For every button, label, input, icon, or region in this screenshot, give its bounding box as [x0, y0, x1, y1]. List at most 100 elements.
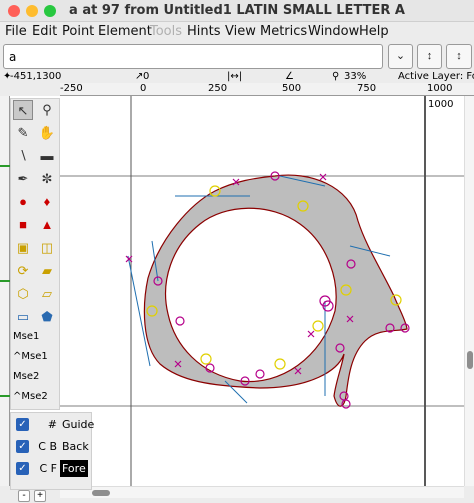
vertical-scrollbar[interactable] — [464, 96, 474, 486]
layer-footer: - + — [10, 490, 70, 503]
arrow-pointer-icon: ↖ — [17, 103, 29, 118]
menu-tools[interactable]: Tools — [150, 24, 182, 39]
pointer-tool[interactable]: ↖ — [13, 100, 33, 120]
freehand-tool[interactable]: ✎ — [13, 123, 33, 143]
perspective-tool[interactable]: ▱ — [37, 284, 57, 304]
layer-name[interactable]: Fore — [60, 460, 88, 477]
layer-name[interactable]: Guide — [60, 416, 96, 433]
previous-next-glyph-button[interactable]: ↕ — [417, 44, 442, 69]
pen-tool[interactable]: ✒ — [13, 169, 33, 189]
horizontal-ruler: -250 0 250 500 750 1000 — [60, 83, 474, 96]
magnifier-icon: ⚲ — [42, 102, 52, 117]
layer-row-back[interactable]: ✓ C B Back — [11, 437, 93, 458]
skew-tool[interactable]: ▰ — [37, 261, 57, 281]
ruler-tick-label: 500 — [282, 83, 302, 94]
layer-name[interactable]: Back — [60, 438, 91, 455]
corner-point-icon: ■ — [19, 217, 27, 232]
corner-point-tool[interactable]: ■ — [13, 215, 33, 235]
window-title: a at 97 from Untitled1 LATIN SMALL LETTE… — [69, 3, 405, 18]
cube-icon: ⬡ — [17, 286, 29, 301]
pen-nib-icon: ✒ — [17, 171, 29, 186]
glyph-contour[interactable] — [143, 174, 408, 407]
curve-point-icon: ● — [19, 194, 27, 209]
perspective-icon: ▱ — [42, 286, 52, 301]
menu-file[interactable]: File — [5, 24, 27, 39]
ruler-tick-label: 0 — [140, 83, 147, 94]
chevron-down-icon: ⌄ — [395, 50, 406, 62]
rectangle-icon: ▭ — [16, 309, 30, 324]
cursor-coords: -451,1300 — [10, 71, 62, 82]
layer-code: C B — [38, 440, 57, 453]
scroll-tool[interactable]: ✋ — [37, 123, 57, 143]
angle-icon: ∠ — [285, 71, 294, 82]
flip-tool[interactable]: ◫ — [37, 238, 57, 258]
scale-tool[interactable]: ▣ — [13, 238, 33, 258]
zoom-icon: ⚲ — [332, 71, 340, 82]
knife-icon: ∖ — [18, 148, 28, 163]
menu-window[interactable]: Window — [308, 24, 359, 39]
origin-offset: 0 — [143, 71, 150, 82]
layer-visible-checkbox[interactable]: ✓ — [16, 418, 29, 431]
rotate-tool[interactable]: ⟳ — [13, 261, 33, 281]
hand-icon: ✋ — [38, 125, 56, 140]
layer-row-fore[interactable]: ✓ C F Fore — [11, 459, 93, 480]
spiro-tool[interactable]: ✼ — [37, 169, 57, 189]
layer-visible-checkbox[interactable]: ✓ — [16, 440, 29, 453]
layer-code: C F — [39, 462, 57, 475]
polygon-tool[interactable]: ⬟ — [37, 307, 57, 327]
menu-metrics[interactable]: Metrics — [260, 24, 307, 39]
tangent-point-icon: ▲ — [40, 217, 54, 232]
menu-view[interactable]: View — [225, 24, 256, 39]
vertical-ruler — [0, 96, 10, 486]
status-row: ✦ -451,1300 ↗ 0 |↔| ∠ ⚲ 33% Active Layer… — [0, 71, 474, 83]
vertical-scroll-thumb[interactable] — [467, 351, 473, 369]
layer-row-guide[interactable]: ✓ # Guide — [11, 415, 96, 436]
zoom-level: 33% — [344, 71, 367, 82]
horizontal-scrollbar[interactable] — [60, 486, 464, 498]
ruler-tick-label: -250 — [60, 83, 83, 94]
curve-point-tool[interactable]: ● — [13, 192, 33, 212]
previous-next-word-button[interactable]: ↕ — [446, 44, 472, 69]
scale-icon: ▣ — [16, 240, 30, 255]
ctrl-mse2-label: ^Mse2 — [13, 391, 48, 402]
ctrl-mse1-label: ^Mse1 — [13, 351, 48, 362]
vertical-ruler-marks — [0, 165, 10, 397]
ruler-tool[interactable]: ▬ — [37, 146, 57, 166]
remove-layer-button[interactable]: - — [18, 490, 30, 502]
rotate-icon: ⟳ — [17, 263, 29, 278]
ruler-icon: ▬ — [40, 148, 54, 163]
rectangle-tool[interactable]: ▭ — [13, 307, 33, 327]
hvcurve-point-icon: ♦ — [43, 194, 51, 209]
layer-visible-checkbox[interactable]: ✓ — [16, 462, 29, 475]
ruler-tick-label: 250 — [208, 83, 228, 94]
glyph-name-input[interactable] — [3, 44, 383, 69]
updown-arrow-icon: ↕ — [456, 50, 462, 62]
add-layer-button[interactable]: + — [34, 490, 46, 502]
updown-arrow-icon: ↕ — [426, 50, 433, 62]
glyph-editor-window: a at 97 from Untitled1 LATIN SMALL LETTE… — [0, 0, 474, 503]
tool-palette: ↖ ⚲ ✎ ✋ ∖ ▬ ✒ ✼ ● ♦ ■ ▲ ▣ ◫ ⟳ ▰ ⬡ ▱ ▭ ⬟ … — [10, 98, 60, 410]
ruler-tick-label: 750 — [357, 83, 377, 94]
tangent-point-tool[interactable]: ▲ — [37, 215, 57, 235]
magnify-tool[interactable]: ⚲ — [37, 100, 57, 120]
ruler-tick-label: 1000 — [427, 83, 453, 94]
em-size-label: 1000 — [428, 99, 453, 110]
pencil-icon: ✎ — [17, 125, 29, 140]
flip-icon: ◫ — [40, 240, 54, 255]
menu-hints[interactable]: Hints — [187, 24, 221, 39]
pentagon-icon: ⬟ — [41, 309, 53, 324]
glyph-dropdown-button[interactable]: ⌄ — [388, 44, 413, 69]
menu-bar: File Edit Point Element Tools Hints View… — [0, 22, 474, 42]
menu-edit[interactable]: Edit — [32, 24, 57, 39]
skew-icon: ▰ — [42, 263, 52, 278]
3d-rotate-tool[interactable]: ⬡ — [13, 284, 33, 304]
horizontal-scroll-thumb[interactable] — [92, 490, 110, 496]
layers-palette: ✓ # Guide ✓ C B Back ✓ C F Fore — [10, 412, 96, 490]
menu-point[interactable]: Point — [62, 24, 94, 39]
hvcurve-point-tool[interactable]: ♦ — [37, 192, 57, 212]
distance-icon: |↔| — [227, 71, 243, 82]
menu-help[interactable]: Help — [359, 24, 389, 39]
knife-tool[interactable]: ∖ — [13, 146, 33, 166]
menu-element[interactable]: Element — [98, 24, 152, 39]
mse2-label: Mse2 — [13, 371, 40, 382]
